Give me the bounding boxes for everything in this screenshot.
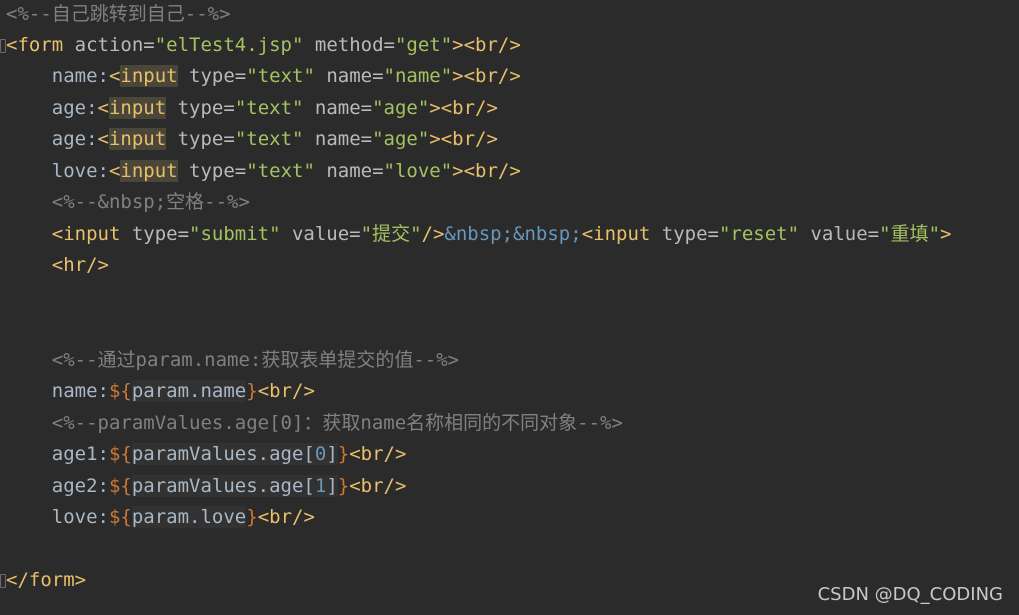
code-line[interactable]: </form> [6, 566, 86, 594]
code-token: "text" [234, 97, 304, 119]
code-token: <%--&nbsp;空格--%> [6, 191, 250, 213]
code-token: } [246, 506, 258, 528]
code-token: param.love [131, 506, 247, 528]
code-token: name= [303, 97, 373, 119]
code-token: ${ [108, 380, 132, 402]
code-token: name: [6, 65, 109, 87]
code-token: ${ [108, 443, 132, 465]
code-line[interactable]: <hr/> [6, 251, 109, 279]
code-line[interactable]: love:${param.love}<br/> [6, 503, 315, 531]
code-token: paramValues.age[ [131, 475, 315, 497]
code-token: <%--通过param.name:获取表单提交的值--%> [6, 349, 460, 371]
code-line[interactable]: <%--&nbsp;空格--%> [6, 188, 250, 216]
code-token: age2: [6, 475, 109, 497]
code-token: love: [6, 506, 109, 528]
code-line[interactable]: <%--paramValues.age[0]：获取name名称相同的不同对象--… [6, 409, 623, 437]
code-editor[interactable]: <%--自己跳转到自己--%> <form action="elTest4.jsp… [0, 0, 1019, 615]
code-token: "age" [372, 97, 430, 119]
code-token: } [337, 475, 350, 497]
code-token: type= [166, 97, 235, 119]
code-line[interactable]: age:<input type="text" name="age"><br/> [6, 94, 498, 122]
code-token: ${ [108, 475, 132, 497]
code-token: <br/> [257, 380, 315, 402]
code-token: type= [177, 160, 247, 182]
code-line[interactable]: love:<input type="text" name="love"><br/… [6, 157, 521, 185]
code-token: < [97, 97, 109, 119]
code-line[interactable]: <form action="elTest4.jsp" method="get">… [6, 31, 521, 59]
code-line[interactable]: name:${param.name}<br/> [6, 377, 315, 405]
code-line[interactable]: <input type="submit" value="提交"/>&nbsp;&… [6, 220, 952, 248]
code-token: name= [314, 160, 384, 182]
code-token: ${ [108, 506, 132, 528]
code-token: "text" [246, 65, 315, 87]
code-token: "age" [372, 128, 430, 150]
code-token: age: [6, 97, 98, 119]
code-token: method= [303, 34, 395, 56]
code-token: } [337, 443, 350, 465]
code-token: "get" [394, 34, 453, 56]
code-token: < [108, 160, 121, 182]
code-token: name= [303, 128, 373, 150]
code-token: ] [326, 475, 338, 497]
code-token: name= [314, 65, 384, 87]
code-line[interactable]: <%--通过param.name:获取表单提交的值--%> [6, 346, 459, 374]
code-token: <hr/> [6, 254, 109, 276]
code-token: love: [6, 160, 109, 182]
code-token: "重填" [879, 223, 941, 245]
code-token: name: [6, 380, 109, 402]
code-line[interactable]: name:<input type="text" name="name"><br/… [6, 62, 521, 90]
code-token: &nbsp;&nbsp; [444, 223, 582, 245]
code-token: param.name [131, 380, 247, 402]
code-token: "text" [246, 160, 315, 182]
code-token: ] [326, 443, 338, 465]
code-token: /> [421, 223, 445, 245]
code-token: ><br/> [429, 97, 498, 119]
code-token: type= [177, 65, 247, 87]
code-token: age: [6, 128, 98, 150]
code-token: "text" [234, 128, 304, 150]
code-token: "elTest4.jsp" [154, 34, 304, 56]
code-token: <br/> [257, 506, 315, 528]
code-token: <input [581, 223, 651, 245]
code-token: action= [63, 34, 155, 56]
code-token: <form [6, 34, 64, 56]
code-token: "submit" [189, 223, 281, 245]
code-token: type= [120, 223, 190, 245]
code-line[interactable]: <%--自己跳转到自己--%> [6, 0, 231, 28]
code-token: value= [280, 223, 361, 245]
code-token: ><br/> [452, 160, 521, 182]
code-token: ><br/> [452, 65, 521, 87]
code-token: ><br/> [429, 128, 498, 150]
code-token: < [97, 128, 109, 150]
code-line[interactable]: age:<input type="text" name="age"><br/> [6, 125, 498, 153]
code-token: "提交" [360, 223, 422, 245]
code-token: value= [799, 223, 880, 245]
watermark-text: CSDN @DQ_CODING [817, 584, 1003, 605]
code-token: } [246, 380, 258, 402]
code-token: input [108, 128, 167, 150]
code-token: "reset" [718, 223, 800, 245]
code-token: < [108, 65, 121, 87]
code-token: <%--paramValues.age[0]：获取name名称相同的不同对象--… [6, 412, 623, 434]
code-token: <br/> [349, 443, 407, 465]
code-token: > [940, 223, 952, 245]
code-token: ><br/> [452, 34, 521, 56]
code-token: </form> [6, 569, 87, 591]
code-token: input [120, 160, 178, 182]
code-token: <br/> [349, 475, 407, 497]
code-token: input [108, 97, 167, 119]
code-token: input [120, 65, 178, 87]
code-token: type= [650, 223, 719, 245]
code-token: type= [166, 128, 235, 150]
code-line[interactable]: age2:${paramValues.age[1]}<br/> [6, 472, 406, 500]
code-token: paramValues.age[ [131, 443, 315, 465]
code-token: 1 [314, 475, 327, 497]
code-token: "love" [383, 160, 453, 182]
code-token: "name" [383, 65, 453, 87]
code-token: <%--自己跳转到自己--%> [6, 3, 231, 25]
code-token: age1: [6, 443, 109, 465]
code-line[interactable]: age1:${paramValues.age[0]}<br/> [6, 440, 406, 468]
code-token: <input [6, 223, 121, 245]
code-token: 0 [314, 443, 327, 465]
